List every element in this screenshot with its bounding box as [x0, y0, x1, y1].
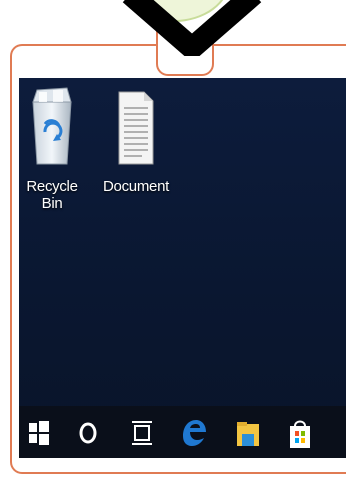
desktop-icon-label: Recycle Bin [26, 178, 78, 212]
edge-icon [183, 420, 206, 446]
store-button[interactable] [285, 416, 315, 450]
chevron-down-icon [122, 0, 262, 56]
desktop-screenshot: Recycle Bin Document [19, 78, 346, 458]
search-button[interactable] [73, 416, 103, 450]
faint-caption [24, 66, 174, 74]
windows-logo-icon [29, 421, 49, 445]
desktop-icon-label: Document [103, 178, 169, 195]
document-icon [118, 91, 154, 165]
store-bag-icon [290, 420, 310, 448]
file-explorer-button[interactable] [233, 416, 263, 450]
desktop-icon-recycle-bin[interactable]: Recycle Bin [19, 86, 89, 212]
folder-icon [237, 422, 259, 446]
recycle-bin-icon [32, 87, 72, 165]
edge-button[interactable] [179, 416, 209, 450]
start-button[interactable] [23, 416, 53, 450]
desktop-icon-document[interactable]: Document [99, 86, 173, 195]
taskbar [19, 406, 346, 458]
search-circle-icon [79, 422, 97, 444]
task-view-icon [132, 421, 152, 445]
task-view-button[interactable] [127, 416, 157, 450]
